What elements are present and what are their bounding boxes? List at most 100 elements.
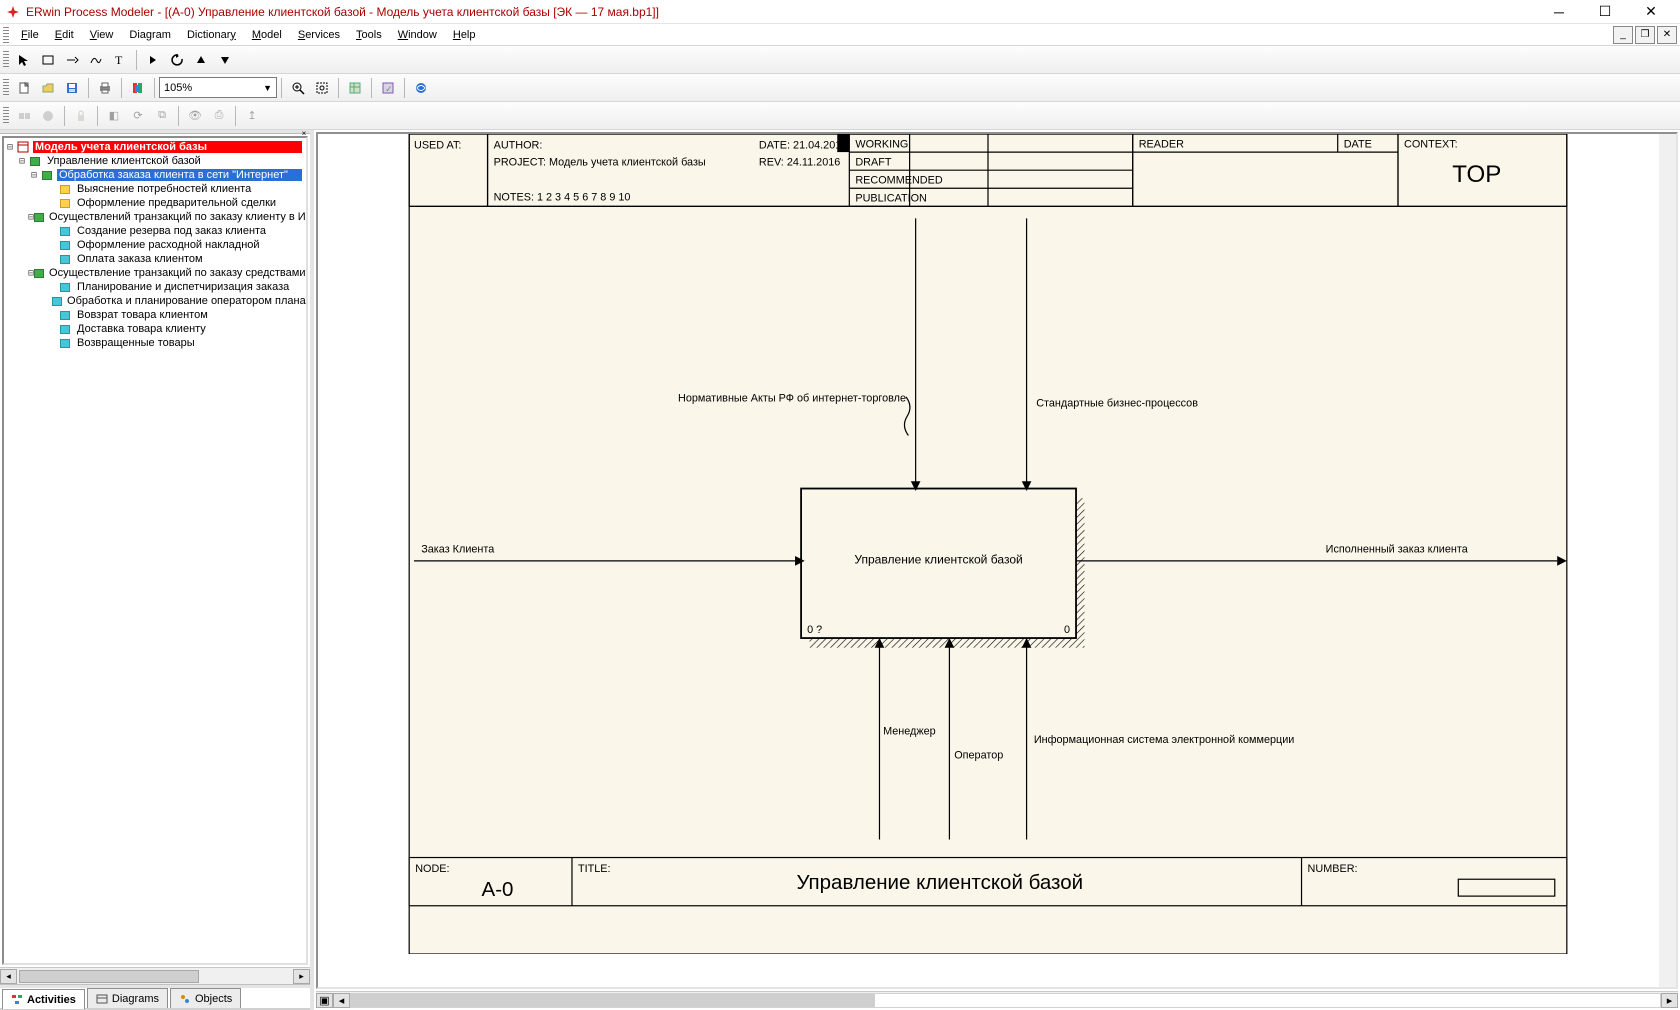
panel-close-icon[interactable]: × [298, 129, 310, 135]
toolbar-handle[interactable] [3, 51, 9, 69]
mdi-restore-button[interactable]: ❐ [1635, 26, 1655, 44]
go-sibling-up-icon[interactable] [190, 49, 212, 71]
tree-node[interactable]: ⊟ Осуществлений транзакций по заказу кли… [4, 210, 306, 224]
menu-tools[interactable]: Tools [348, 27, 390, 43]
expand-icon[interactable]: ⊟ [4, 142, 16, 153]
tree-node[interactable]: Вовзрат товара клиентом [4, 308, 306, 322]
scroll-thumb[interactable] [351, 994, 875, 1007]
close-button[interactable]: ✕ [1628, 1, 1674, 23]
diagram-header-table: USED AT: AUTHOR: PROJECT: Модель учета к… [409, 134, 1567, 206]
toolbar-modelmart: ◧ ⟳ ⧉ 👁 ⎙ ↥ [0, 102, 1680, 130]
tree-node-selected[interactable]: ⊟ Обработка заказа клиента в сети "Интер… [4, 168, 306, 182]
toolbar-handle[interactable] [3, 79, 9, 97]
arrow-tool-icon[interactable] [61, 49, 83, 71]
squiggle-tool-icon[interactable] [85, 49, 107, 71]
used-at-label: USED AT: [414, 139, 461, 151]
activity-box-title: Управление клиентской базой [854, 552, 1022, 566]
svg-text:Управление клиентской базой: Управление клиентской базой [796, 871, 1083, 894]
tree-node[interactable]: Выяснение потребностей клиента [4, 182, 306, 196]
tree-node[interactable]: Доставка товара клиенту [4, 322, 306, 336]
maximize-button[interactable]: ☐ [1582, 1, 1628, 23]
scroll-left-icon[interactable]: ◂ [333, 993, 350, 1008]
scroll-corner-icon[interactable]: ▣ [316, 993, 333, 1008]
control-label: Нормативные Акты РФ об интернет-торговле [678, 393, 906, 405]
menu-view[interactable]: View [82, 27, 122, 43]
expand-icon[interactable]: ⊟ [16, 156, 28, 167]
menu-edit[interactable]: Edit [47, 27, 82, 43]
mechanism-label: Оператор [954, 750, 1003, 762]
expand-icon[interactable]: ⊟ [28, 170, 40, 181]
report-icon[interactable] [127, 77, 149, 99]
go-sibling-down-icon[interactable] [214, 49, 236, 71]
new-icon[interactable] [13, 77, 35, 99]
menu-diagram[interactable]: Diagram [121, 27, 179, 43]
menu-services[interactable]: Services [290, 27, 348, 43]
tree-root[interactable]: ⊟ Модель учета клиентской базы [4, 140, 306, 154]
activity-icon [58, 337, 72, 349]
tree-node[interactable]: ⊟ Осуществление транзакций по заказу сре… [4, 266, 306, 280]
minimize-button[interactable]: ─ [1536, 1, 1582, 23]
mdi-close-button[interactable]: ✕ [1657, 26, 1677, 44]
spell-check-icon[interactable]: ✓ [377, 77, 399, 99]
svg-text:DATE: DATE [1344, 138, 1372, 150]
scroll-thumb[interactable] [19, 970, 199, 983]
zoom-in-icon[interactable] [287, 77, 309, 99]
scroll-left-icon[interactable]: ◂ [0, 969, 17, 984]
mm-submit-icon: ↥ [241, 105, 263, 127]
go-back-icon[interactable] [166, 49, 188, 71]
pointer-tool-icon[interactable] [13, 49, 35, 71]
toolbar-handle[interactable] [3, 27, 9, 43]
scroll-right-icon[interactable]: ▸ [1661, 993, 1678, 1008]
tree-node[interactable]: Возвращенные товары [4, 336, 306, 350]
publish-icon[interactable] [410, 77, 432, 99]
objects-icon [179, 993, 191, 1005]
svg-text:TITLE:: TITLE: [578, 863, 611, 875]
activity-bottom-right: 0 [1064, 624, 1070, 636]
tree-horizontal-scrollbar[interactable]: ◂ ▸ [0, 967, 310, 984]
menu-help[interactable]: Help [445, 27, 484, 43]
menu-dictionary[interactable]: Dictionary [179, 27, 244, 43]
menu-window[interactable]: Window [390, 27, 445, 43]
scroll-right-icon[interactable]: ▸ [293, 969, 310, 984]
activity-icon [58, 183, 72, 195]
tree-node[interactable]: ⊟ Управление клиентской базой [4, 154, 306, 168]
window-title: ERwin Process Modeler - [(A-0) Управлени… [26, 5, 1536, 19]
go-parent-icon[interactable] [142, 49, 164, 71]
save-icon[interactable] [61, 77, 83, 99]
tree-view[interactable]: ⊟ Модель учета клиентской базы ⊟ Управле… [2, 136, 308, 965]
output-label: Исполненный заказ клиента [1326, 543, 1469, 555]
mm-review-icon: 👁 [184, 105, 206, 127]
tree-node[interactable]: Оформление предварительной сделки [4, 196, 306, 210]
model-explorer-icon[interactable] [344, 77, 366, 99]
activity-icon [58, 197, 72, 209]
chevron-down-icon: ▼ [263, 83, 272, 93]
menu-model[interactable]: Model [244, 27, 290, 43]
model-explorer-panel: × ⊟ Модель учета клиентской базы ⊟ Управ… [0, 130, 314, 1010]
mm-open-icon [37, 105, 59, 127]
mm-version-icon: ⎙ [208, 105, 230, 127]
tree-node[interactable]: Планирование и диспетчиризация заказа [4, 280, 306, 294]
tree-node[interactable]: Оплата заказа клиентом [4, 252, 306, 266]
print-icon[interactable] [94, 77, 116, 99]
tab-activities[interactable]: Activities [2, 989, 85, 1009]
tree-node[interactable]: Обработка и планирование оператором план… [4, 294, 306, 308]
open-icon[interactable] [37, 77, 59, 99]
zoom-select[interactable]: 105% ▼ [159, 77, 277, 98]
tree-node[interactable]: Создание резерва под заказ клиента [4, 224, 306, 238]
tree-node[interactable]: Оформление расходной накладной [4, 238, 306, 252]
zoom-value: 105% [164, 82, 192, 94]
zoom-fit-icon[interactable] [311, 77, 333, 99]
diagram-canvas[interactable]: USED AT: AUTHOR: PROJECT: Модель учета к… [316, 132, 1678, 989]
text-tool-icon[interactable]: T [109, 49, 131, 71]
idef0-diagram[interactable]: USED AT: AUTHOR: PROJECT: Модель учета к… [318, 134, 1658, 954]
tab-diagrams[interactable]: Diagrams [87, 988, 168, 1008]
tab-objects[interactable]: Objects [170, 988, 241, 1008]
menu-file[interactable]: File [13, 27, 47, 43]
mdi-minimize-button[interactable]: _ [1613, 26, 1633, 44]
toolbar-handle[interactable] [3, 107, 9, 125]
activity-icon [40, 169, 54, 181]
horizontal-scrollbar[interactable]: ▣ ◂ ▸ [316, 991, 1678, 1008]
vertical-scrollbar[interactable] [1659, 134, 1676, 987]
svg-text:NODE:: NODE: [415, 863, 449, 875]
activity-box-tool-icon[interactable] [37, 49, 59, 71]
